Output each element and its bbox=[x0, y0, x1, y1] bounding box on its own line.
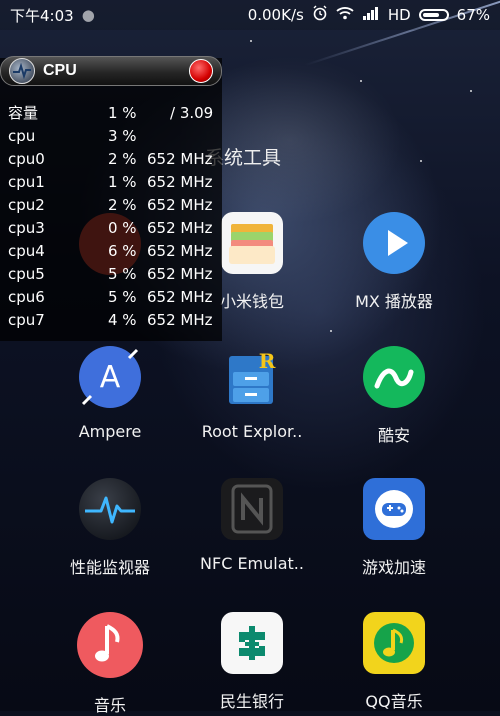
play-icon bbox=[363, 212, 425, 274]
app-minsheng-bank[interactable]: 民生银行 bbox=[182, 612, 322, 712]
app-label: 游戏加速 bbox=[361, 558, 426, 577]
file-cabinet-icon: R bbox=[221, 346, 283, 408]
cpu-row-freq: 652 MHz bbox=[147, 196, 213, 214]
music-note-icon bbox=[77, 612, 143, 678]
app-label: NFC Emulat.. bbox=[200, 554, 304, 573]
status-bar: 下午4:03 ● 0.00K/s HD 67% bbox=[0, 0, 500, 30]
coolapk-icon bbox=[363, 346, 425, 408]
app-label: 民生银行 bbox=[219, 692, 284, 711]
cpu-row: 容量 1 % / 3.09 bbox=[0, 102, 222, 125]
cpu-row: cpu0 2 % 652 MHz bbox=[0, 148, 222, 171]
cpu-row-freq: 652 MHz bbox=[147, 265, 213, 283]
cpu-row-percent: 4 % bbox=[108, 311, 137, 329]
cpu-row-name: 容量 bbox=[8, 104, 39, 122]
cpu-row-freq: 652 MHz bbox=[147, 219, 213, 237]
cpu-row-freq: 652 MHz bbox=[147, 242, 213, 260]
app-mx-player[interactable]: MX 播放器 bbox=[324, 212, 464, 312]
cpu-row-name: cpu4 bbox=[8, 242, 45, 260]
network-speed: 0.00K/s bbox=[247, 6, 304, 24]
cpu-row-name: cpu bbox=[8, 127, 36, 145]
cpu-row-name: cpu1 bbox=[8, 173, 45, 191]
cpu-overlay-title: CPU bbox=[43, 62, 77, 79]
app-music[interactable]: 音乐 bbox=[40, 612, 180, 716]
close-button[interactable] bbox=[189, 59, 213, 83]
app-label: 音乐 bbox=[93, 696, 126, 715]
cpu-row-percent: 6 % bbox=[108, 242, 137, 260]
cpu-row-name: cpu2 bbox=[8, 196, 45, 214]
cpu-overlay-header[interactable]: CPU bbox=[0, 56, 222, 86]
star bbox=[360, 80, 362, 82]
cpu-row-percent: 5 % bbox=[108, 265, 137, 283]
app-label: 性能监视器 bbox=[69, 558, 150, 577]
cpu-row-freq: 652 MHz bbox=[147, 311, 213, 329]
star bbox=[330, 330, 332, 332]
app-performance-monitor[interactable]: 性能监视器 bbox=[40, 478, 180, 578]
cpu-row: cpu7 4 % 652 MHz bbox=[0, 309, 222, 332]
app-qq-music[interactable]: QQ音乐 bbox=[324, 612, 464, 712]
cpu-row: cpu2 2 % 652 MHz bbox=[0, 194, 222, 217]
alarm-clock-icon bbox=[312, 5, 328, 25]
svg-text:A: A bbox=[100, 360, 121, 395]
cpu-row: cpu1 1 % 652 MHz bbox=[0, 171, 222, 194]
status-time: 下午4:03 bbox=[10, 6, 74, 25]
star bbox=[470, 90, 472, 92]
signal-icon bbox=[362, 6, 380, 24]
cpu-row-name: cpu3 bbox=[8, 219, 45, 237]
ampere-icon: A bbox=[79, 346, 141, 408]
app-ampere[interactable]: A Ampere bbox=[40, 346, 180, 441]
cpu-row-name: cpu6 bbox=[8, 288, 45, 306]
cpu-row-name: cpu5 bbox=[8, 265, 45, 283]
cpu-row-freq: 652 MHz bbox=[147, 150, 213, 168]
battery-icon bbox=[418, 9, 449, 21]
bank-icon bbox=[221, 612, 283, 674]
cpu-row-percent: 2 % bbox=[108, 196, 137, 214]
notification-icon: ● bbox=[81, 6, 95, 24]
battery-percent: 67% bbox=[456, 6, 490, 24]
star bbox=[250, 40, 252, 42]
cpu-row-name: cpu0 bbox=[8, 150, 45, 168]
cpu-row-percent: 1 % bbox=[108, 104, 137, 122]
heartbeat-icon bbox=[9, 58, 35, 84]
app-label: Ampere bbox=[78, 422, 142, 441]
cpu-row-percent: 5 % bbox=[108, 288, 137, 306]
cpu-row-freq: 652 MHz bbox=[147, 288, 213, 306]
cpu-monitor-overlay[interactable]: CPU 容量 1 % / 3.09 cpu 3 % cpu0 2 % 652 M… bbox=[0, 56, 222, 341]
app-root-explorer[interactable]: R Root Explor.. bbox=[182, 346, 322, 441]
cpu-row-percent: 3 % bbox=[108, 127, 137, 145]
heartbeat-icon bbox=[79, 478, 141, 540]
wallet-icon bbox=[221, 212, 283, 274]
network-type: HD bbox=[387, 6, 411, 24]
svg-text:R: R bbox=[259, 349, 276, 373]
gamepad-icon bbox=[363, 478, 425, 540]
wifi-icon bbox=[336, 6, 354, 24]
cpu-stats-list: 容量 1 % / 3.09 cpu 3 % cpu0 2 % 652 MHz c… bbox=[0, 102, 222, 332]
cpu-row-freq: / 3.09 bbox=[170, 104, 214, 122]
cpu-row-percent: 0 % bbox=[108, 219, 137, 237]
cpu-row: cpu 3 % bbox=[0, 125, 222, 148]
cpu-row-freq: 652 MHz bbox=[147, 173, 213, 191]
app-label: 酷安 bbox=[377, 426, 410, 445]
cpu-row-percent: 1 % bbox=[108, 173, 137, 191]
cpu-row: cpu5 5 % 652 MHz bbox=[0, 263, 222, 286]
app-label: Root Explor.. bbox=[201, 422, 303, 441]
cpu-row: cpu6 5 % 652 MHz bbox=[0, 286, 222, 309]
nfc-icon bbox=[221, 478, 283, 540]
app-nfc-emulator[interactable]: NFC Emulat.. bbox=[182, 478, 322, 573]
app-coolapk[interactable]: 酷安 bbox=[324, 346, 464, 446]
app-label: QQ音乐 bbox=[365, 692, 423, 711]
cpu-row: cpu3 0 % 652 MHz bbox=[0, 217, 222, 240]
cpu-row: cpu4 6 % 652 MHz bbox=[0, 240, 222, 263]
cpu-row-name: cpu7 bbox=[8, 311, 45, 329]
cpu-row-percent: 2 % bbox=[108, 150, 137, 168]
qq-music-icon bbox=[363, 612, 425, 674]
app-label: MX 播放器 bbox=[355, 292, 433, 311]
app-game-boost[interactable]: 游戏加速 bbox=[324, 478, 464, 578]
star bbox=[420, 160, 422, 162]
